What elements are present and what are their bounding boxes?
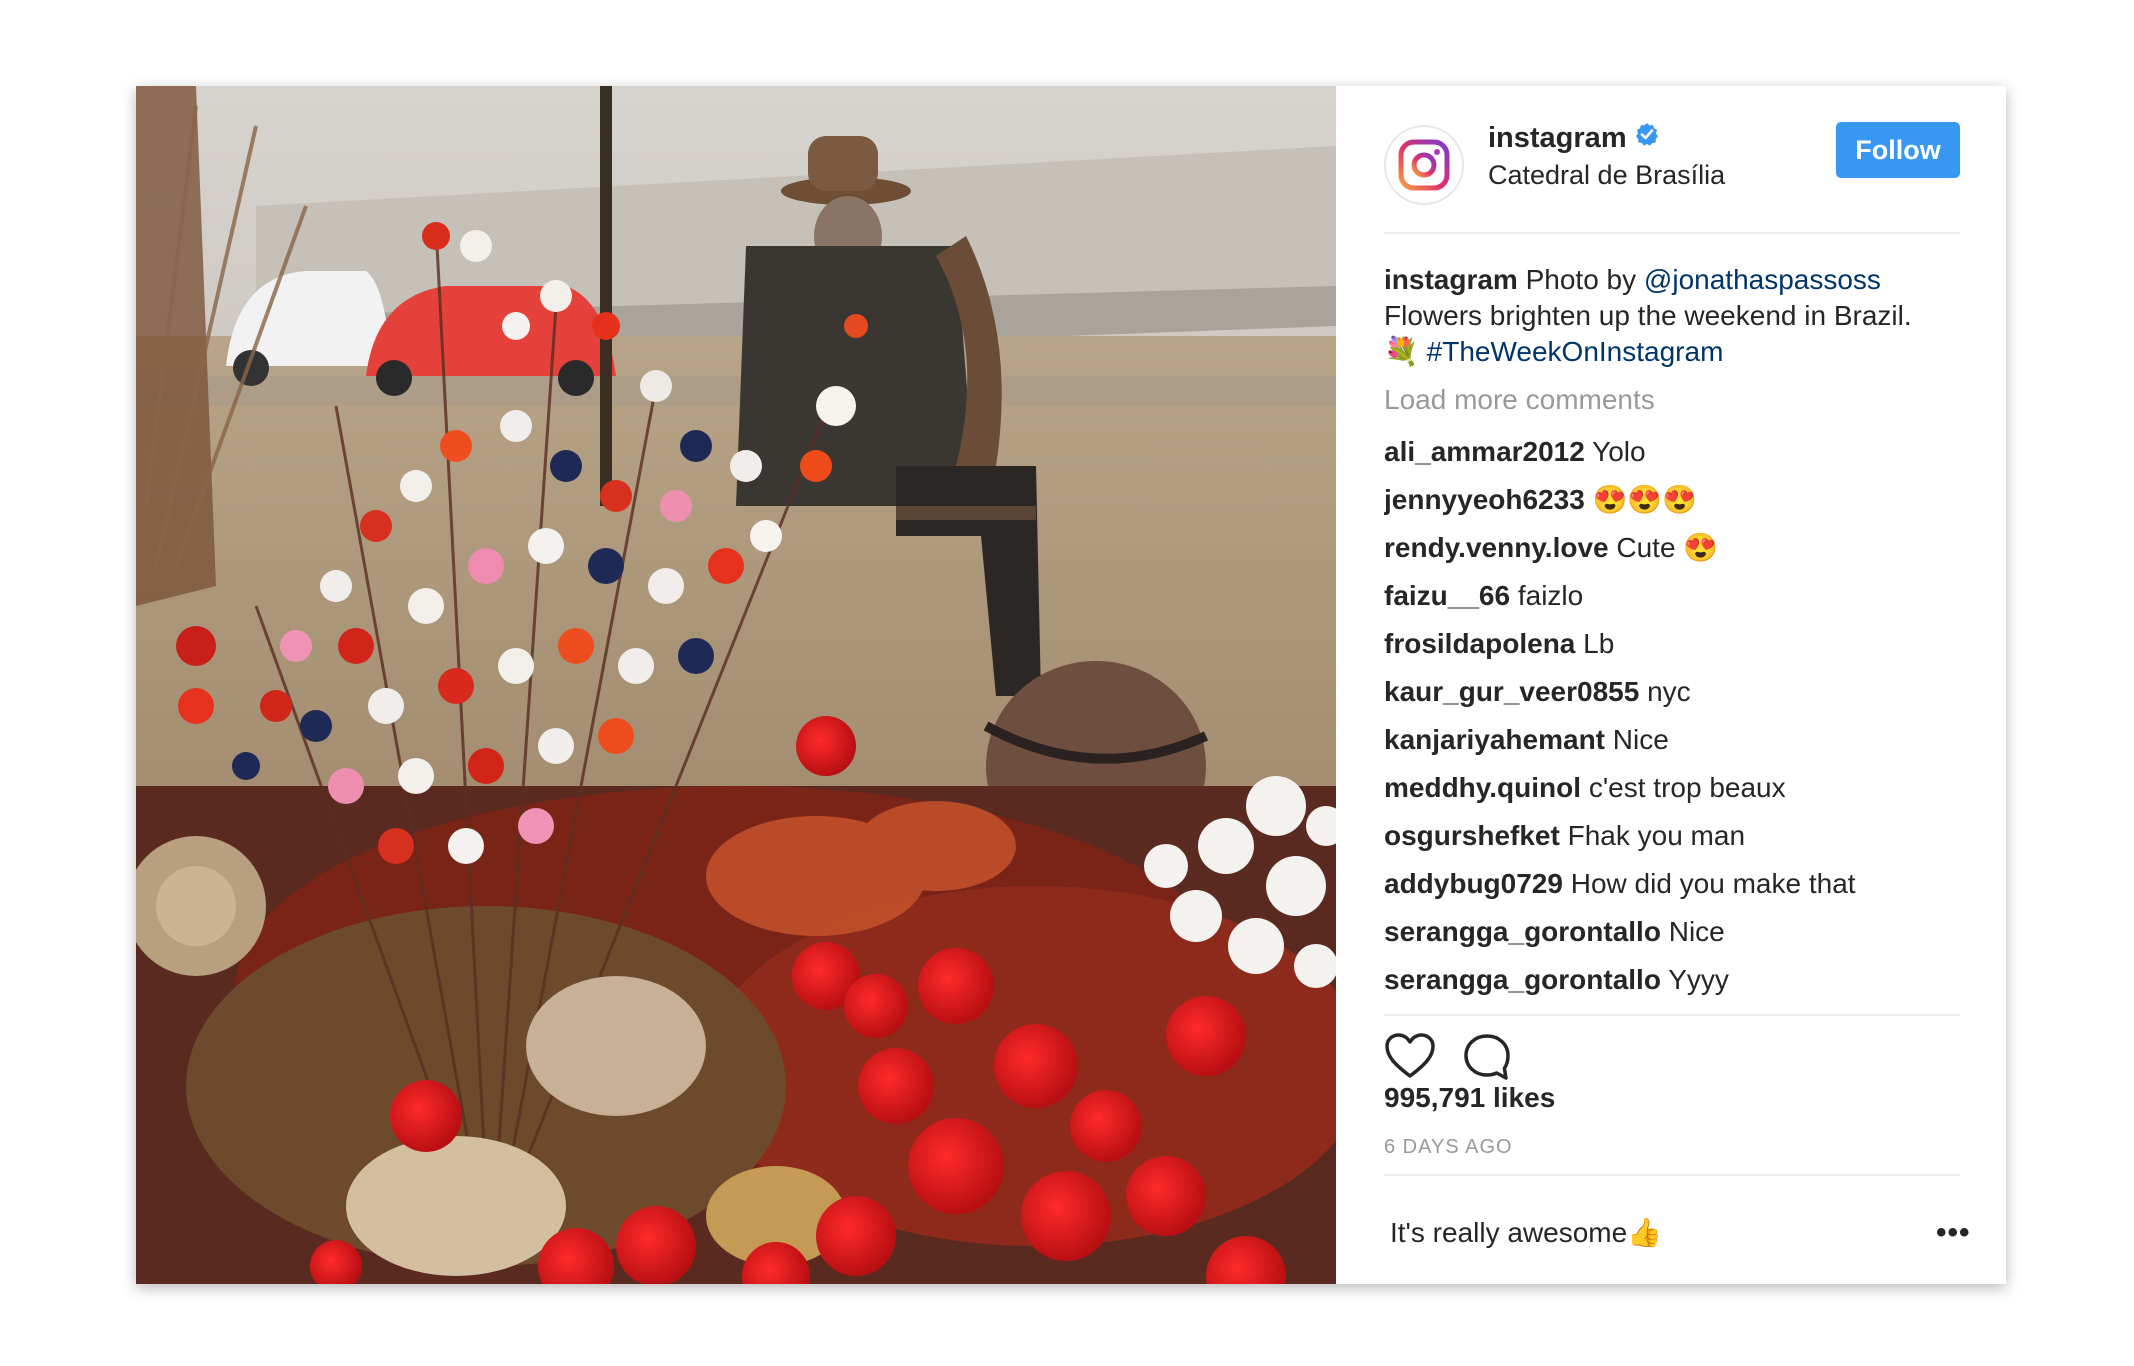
comment-username[interactable]: osgurshefket — [1384, 820, 1560, 851]
comment-row: jennyyeoh6233 😍😍😍 — [1384, 480, 1960, 528]
caption-mention-link[interactable]: @jonathaspassoss — [1644, 264, 1881, 295]
comment-text: Cute 😍 — [1616, 532, 1719, 563]
comment-text: Lb — [1583, 628, 1615, 659]
caption-emoji: 💐 — [1384, 336, 1419, 367]
post-card: instagram Catedral de Brasília Follow in… — [136, 86, 2006, 1284]
comment-username[interactable]: jennyyeoh6233 — [1384, 484, 1585, 515]
username-text[interactable]: instagram — [1488, 122, 1627, 154]
comment-text: Yyyy — [1668, 964, 1729, 995]
comment-rows: ali_ammar2012 Yolo jennyyeoh6233 😍😍😍 rendy… — [1384, 432, 1960, 1000]
comment-text: 😍😍😍 — [1592, 484, 1698, 515]
comment-text: Yolo — [1592, 436, 1646, 467]
caption-line2: Flowers brighten up the weekend in Brazi… — [1384, 300, 1912, 331]
comment-username[interactable]: frosildapolena — [1384, 628, 1575, 659]
comment-username[interactable]: addybug0729 — [1384, 868, 1563, 899]
comment-username[interactable]: faizu__66 — [1384, 580, 1510, 611]
post-caption: instagram Photo by @jonathaspassoss Flow… — [1384, 262, 1960, 370]
comment-row: addybug0729 How did you make that — [1384, 864, 1960, 912]
comment-row: faizu__66 faizlo — [1384, 576, 1960, 624]
caption-text: Photo by — [1517, 264, 1644, 295]
avatar[interactable] — [1384, 125, 1464, 205]
comment-text: Nice — [1612, 724, 1669, 755]
more-options-icon[interactable]: ••• — [1936, 1216, 1971, 1250]
post-date[interactable]: 6 DAYS AGO — [1384, 1136, 1513, 1159]
comment-text: How did you make that — [1570, 868, 1856, 899]
comment-row: kaur_gur_veer0855 nyc — [1384, 672, 1960, 720]
verified-badge-icon — [1635, 121, 1659, 154]
post-header: instagram Catedral de Brasília Follow — [1384, 112, 1960, 234]
post-location[interactable]: Catedral de Brasília — [1488, 160, 1725, 191]
comment-row: serangga_gorontallo Nice — [1384, 912, 1960, 960]
comment-username[interactable]: ali_ammar2012 — [1384, 436, 1585, 467]
comment-text: Fhak you man — [1567, 820, 1746, 851]
comment-username[interactable]: rendy.venny.love — [1384, 532, 1609, 563]
flowers-photo-illustration — [136, 86, 1336, 1284]
comment-row: osgurshefket Fhak you man — [1384, 816, 1960, 864]
comment-username[interactable]: meddhy.quinol — [1384, 772, 1581, 803]
comment-row: frosildapolena Lb — [1384, 624, 1960, 672]
post-username[interactable]: instagram — [1488, 122, 1659, 155]
comment-username[interactable]: serangga_gorontallo — [1384, 964, 1661, 995]
comment-username[interactable]: kanjariyahemant — [1384, 724, 1605, 755]
comment-row: ali_ammar2012 Yolo — [1384, 432, 1960, 480]
add-comment-input[interactable]: It's really awesome👍 — [1390, 1216, 1662, 1249]
comment-bubble-icon[interactable] — [1462, 1032, 1512, 1082]
comment-row: meddhy.quinol c'est trop beaux — [1384, 768, 1960, 816]
comment-text: Nice — [1668, 916, 1725, 947]
comment-text: faizlo — [1517, 580, 1584, 611]
comment-row: kanjariyahemant Nice — [1384, 720, 1960, 768]
comment-text: nyc — [1647, 676, 1691, 707]
comment-row: rendy.venny.love Cute 😍 — [1384, 528, 1960, 576]
comment-row: serangga_gorontallo Yyyy — [1384, 960, 1960, 1000]
caption-username[interactable]: instagram — [1384, 264, 1518, 295]
instagram-logo-icon — [1398, 139, 1450, 191]
load-more-comments-link[interactable]: Load more comments — [1384, 382, 1960, 418]
post-sidebar: instagram Catedral de Brasília Follow in… — [1336, 86, 2006, 1284]
likes-count[interactable]: 995,791 likes — [1384, 1082, 1555, 1114]
comment-username[interactable]: kaur_gur_veer0855 — [1384, 676, 1639, 707]
comment-username[interactable]: serangga_gorontallo — [1384, 916, 1661, 947]
post-photo[interactable] — [136, 86, 1336, 1284]
heart-icon[interactable] — [1384, 1032, 1436, 1080]
comment-text: c'est trop beaux — [1588, 772, 1786, 803]
divider — [1384, 1014, 1960, 1016]
follow-button[interactable]: Follow — [1836, 122, 1960, 178]
comments-list[interactable]: instagram Photo by @jonathaspassoss Flow… — [1384, 262, 1960, 1000]
divider — [1384, 1174, 1960, 1176]
caption-hashtag-link[interactable]: #TheWeekOnInstagram — [1427, 336, 1724, 367]
